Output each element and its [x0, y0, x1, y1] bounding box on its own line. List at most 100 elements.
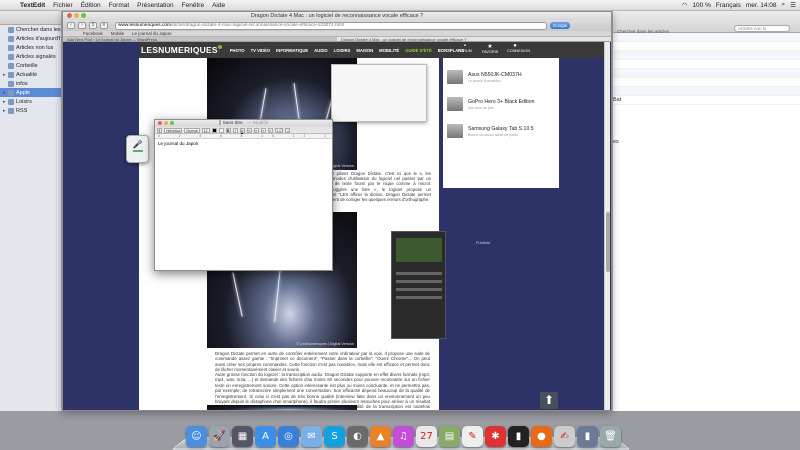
wifi-icon[interactable]: ◠ — [682, 1, 688, 9]
dictation-panel[interactable]: 🎤 — [126, 135, 149, 163]
reeder-icon[interactable]: ✱ — [485, 426, 506, 447]
itunes-icon[interactable]: ♫ — [393, 426, 414, 447]
nav-item[interactable]: GUIDE D'ÉTÉ — [405, 48, 432, 53]
font-size-select[interactable]: 12 — [201, 127, 210, 133]
minimize-button[interactable] — [164, 121, 168, 125]
calendar-icon[interactable]: 27 — [416, 426, 437, 447]
language-status[interactable]: Français — [716, 2, 741, 9]
paragraph-style-button[interactable]: ¶ — [157, 127, 162, 133]
text-color-button[interactable] — [211, 127, 217, 133]
battery-status[interactable]: 100 % — [692, 2, 710, 9]
sidebar-item[interactable]: Articles signalés — [0, 52, 61, 61]
tab-wordpress[interactable]: Add New Post ‹ Le journal du Japon — Wor… — [63, 37, 337, 41]
product-item[interactable]: Asus N550JK-CM037H Le pouce d'occasion — [447, 64, 555, 90]
sidebar-item[interactable]: Articles d'aujourd'hui — [0, 34, 61, 43]
sidebar-item[interactable]: ▸ Actualité — [0, 70, 61, 79]
minimize-button[interactable] — [74, 13, 79, 18]
menu-format[interactable]: Format — [105, 2, 134, 9]
menu-presentation[interactable]: Présentation — [133, 2, 178, 9]
firefox-icon[interactable]: ● — [531, 426, 552, 447]
site-logo[interactable]: LESNUMERIQUES — [139, 45, 222, 55]
script-editor-icon[interactable]: ✍ — [554, 426, 575, 447]
menu-fenetre[interactable]: Fenêtre — [178, 2, 208, 9]
app-store-icon[interactable]: A — [255, 426, 276, 447]
menu-app-name[interactable]: TextEdit — [16, 2, 49, 9]
connexion-link[interactable]: ● CONNEXION — [507, 43, 530, 54]
font-style-select[interactable]: Normal — [184, 127, 200, 133]
share-icon[interactable]: ↥ — [89, 22, 97, 29]
align-right-button[interactable]: ≡ — [260, 127, 266, 133]
article-search-field[interactable]: Articles non lu — [734, 25, 790, 32]
bookmark-item[interactable]: Le journal du Japon — [132, 31, 172, 36]
list-item[interactable] — [613, 51, 800, 60]
sidebar-item[interactable]: ▸ Loisirs — [0, 97, 61, 106]
product-item[interactable]: GoPro Hero 3+ Black Edition Voir plus de … — [447, 91, 555, 117]
bookmark-item[interactable]: Facebook — [83, 31, 103, 36]
nav-item[interactable]: PHOTO — [230, 48, 245, 53]
sidebar-item[interactable]: infos — [0, 79, 61, 88]
close-button[interactable] — [158, 121, 162, 125]
font-family-select[interactable]: Helvetica — [164, 127, 183, 133]
nav-item[interactable]: INFORMATIQUE — [276, 48, 308, 53]
notification-icon[interactable]: ☰ — [790, 1, 796, 9]
sidebar-icon[interactable]: ≡ — [100, 22, 108, 29]
tab-dragon-dictate[interactable]: Dragon Dictate 4 Mac : un logiciel de re… — [337, 37, 611, 41]
google-search-button[interactable]: Google — [550, 22, 570, 29]
nav-item[interactable]: LOISIRS — [334, 48, 351, 53]
skype-icon[interactable]: S — [324, 426, 345, 447]
bold-button[interactable]: B — [225, 127, 231, 133]
spotlight-icon[interactable]: ⌕ — [782, 1, 786, 9]
trash-icon[interactable]: 🗑 — [600, 426, 621, 447]
nav-item[interactable]: AUDIO — [314, 48, 328, 53]
close-button[interactable] — [67, 13, 72, 18]
menu-edition[interactable]: Édition — [77, 2, 105, 9]
mission-control-icon[interactable]: ▦ — [232, 426, 253, 447]
mail-icon[interactable]: ✉ — [301, 426, 322, 447]
italic-button[interactable]: I — [232, 127, 238, 133]
downloads-icon[interactable]: ▮ — [577, 426, 598, 447]
sidebar-item[interactable]: ▸ RSS — [0, 106, 61, 115]
list-item[interactable] — [613, 60, 800, 69]
vlc-icon[interactable]: ▲ — [370, 426, 391, 447]
list-item[interactable] — [613, 33, 800, 42]
finder-icon[interactable]: ☺ — [186, 426, 207, 447]
document-text-area[interactable]: Le journal du Japon — [155, 139, 332, 148]
align-center-button[interactable]: ≡ — [253, 127, 259, 133]
sidebar-item[interactable]: Chercher dans les résu — [0, 25, 61, 34]
forum-link[interactable]: ▪ FORUM — [457, 43, 473, 54]
line-spacing-select[interactable]: 1.0 — [274, 127, 284, 133]
page-scrollbar[interactable] — [604, 42, 610, 410]
sidebar-item[interactable]: Articles non lus — [0, 43, 61, 52]
list-item[interactable] — [613, 42, 800, 51]
list-item[interactable] — [613, 78, 800, 87]
address-bar[interactable]: www.lesnumeriques.com /dicter/dragon-dic… — [115, 21, 547, 30]
product-item[interactable]: Samsung Galaxy Tab S 10.5 Bonne occasion … — [447, 118, 555, 144]
justify-button[interactable]: ≡ — [267, 127, 273, 133]
list-bullets-button[interactable]: • — [285, 127, 291, 133]
preview-icon[interactable]: ▤ — [439, 426, 460, 447]
highlight-color-button[interactable] — [218, 127, 224, 133]
bookmark-item[interactable]: Mobile — [111, 31, 124, 36]
clock[interactable]: mer. 14:08 — [746, 2, 777, 9]
textedit-icon[interactable]: ✎ — [462, 426, 483, 447]
list-item[interactable] — [613, 87, 800, 96]
launchpad-icon[interactable]: 🚀 — [209, 426, 230, 447]
safari-icon[interactable]: ◎ — [278, 426, 299, 447]
scrollbar-thumb[interactable] — [606, 212, 610, 272]
nav-item[interactable]: MOBILITÉ — [379, 48, 399, 53]
list-item[interactable] — [613, 69, 800, 78]
sidebar-item[interactable]: Corbeille — [0, 61, 61, 70]
photo-icon[interactable]: ◐ — [347, 426, 368, 447]
nav-item[interactable]: TV VIDÉO — [251, 48, 271, 53]
terminal-icon[interactable]: ▮ — [508, 426, 529, 447]
menu-aide[interactable]: Aide — [208, 2, 229, 9]
list-item[interactable] — [613, 96, 800, 105]
menu-fichier[interactable]: Fichier — [49, 2, 77, 9]
sidebar-item[interactable]: ▸ Apple — [0, 88, 61, 97]
back-button[interactable]: ‹ — [67, 22, 75, 29]
zoom-button[interactable] — [170, 121, 174, 125]
favoris-link[interactable]: ★ FAVORIS — [482, 43, 498, 54]
align-left-button[interactable]: ≡ — [246, 127, 252, 133]
underline-button[interactable]: U — [239, 127, 245, 133]
forward-button[interactable]: › — [78, 22, 86, 29]
